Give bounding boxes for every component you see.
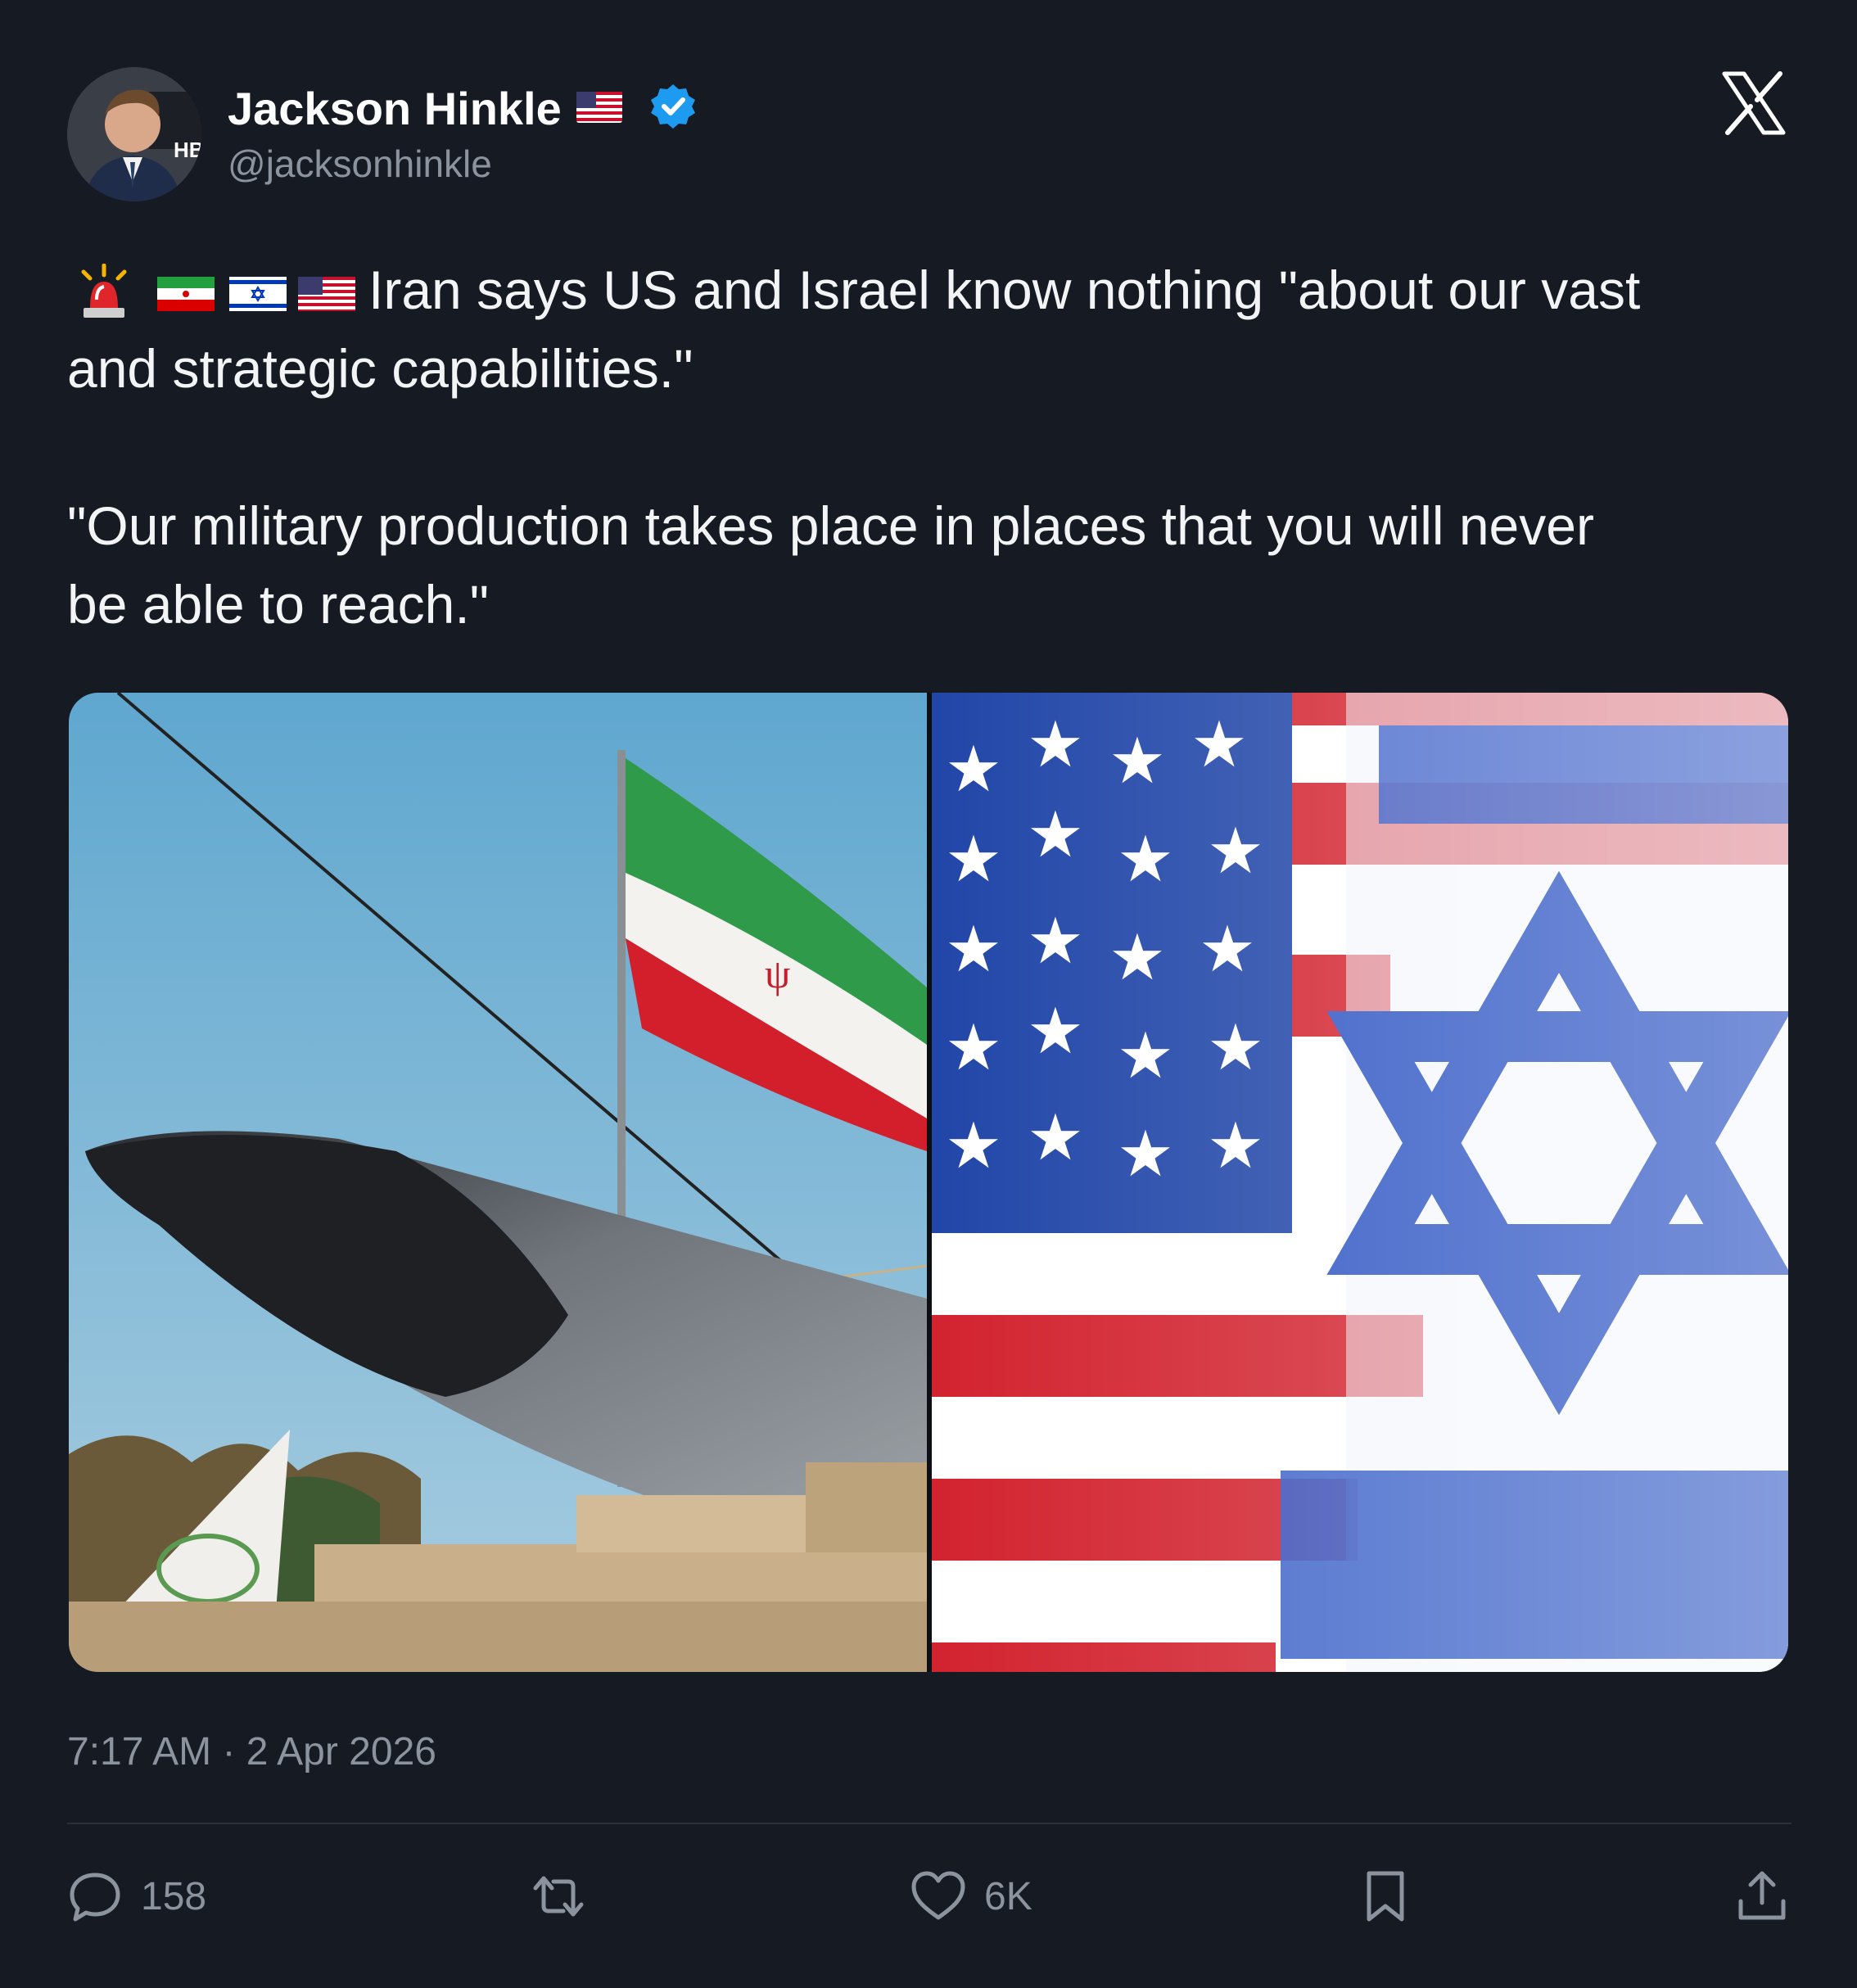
- avatar-badge: HB: [174, 138, 201, 162]
- repost-button[interactable]: [531, 1864, 586, 1929]
- repost-icon: [533, 1876, 584, 1917]
- tweet-media[interactable]: ψ: [69, 693, 1788, 1672]
- svg-text:ψ: ψ: [765, 951, 790, 996]
- heart-icon: [911, 1871, 965, 1920]
- x-logo-icon[interactable]: [1721, 70, 1787, 136]
- like-button[interactable]: 6K: [910, 1864, 1032, 1929]
- us-flag-icon: [298, 277, 355, 311]
- tweet-text-line: "Our military production takes place in …: [67, 495, 1594, 556]
- share-button[interactable]: [1734, 1864, 1790, 1929]
- reply-count: 158: [141, 1874, 207, 1918]
- reply-button[interactable]: 158: [67, 1864, 206, 1929]
- tweet-text-line: Iran says US and Israel know nothing "ab…: [368, 260, 1641, 320]
- author-name[interactable]: Jackson Hinkle: [228, 80, 562, 138]
- emoji-prefix: [79, 263, 357, 321]
- share-icon: [1738, 1871, 1786, 1920]
- missile-photo: ψ: [69, 693, 927, 1672]
- author-handle[interactable]: @jacksonhinkle: [228, 141, 492, 187]
- iran-flag-icon: [157, 277, 215, 311]
- bookmark-icon: [1367, 1871, 1404, 1922]
- bookmark-button[interactable]: [1358, 1864, 1413, 1929]
- avatar[interactable]: HB: [67, 67, 201, 201]
- reply-icon: [70, 1873, 120, 1922]
- like-count: 6K: [984, 1874, 1032, 1918]
- rotating-light-icon: [81, 263, 127, 318]
- us-flag-icon: [576, 92, 622, 127]
- divider: [67, 1823, 1791, 1824]
- israel-flag-icon: [229, 277, 287, 311]
- tweet-text-line: be able to reach.": [67, 574, 490, 635]
- tweet-text-line: and strategic capabilities.": [67, 338, 694, 399]
- tweet-timestamp[interactable]: 7:17 AM · 2 Apr 2026: [67, 1728, 436, 1777]
- flags-photo: ★★★★ ★★★★ ★★★★ ★★★★ ★★★★: [932, 693, 1788, 1672]
- verified-badge-icon: [648, 82, 698, 131]
